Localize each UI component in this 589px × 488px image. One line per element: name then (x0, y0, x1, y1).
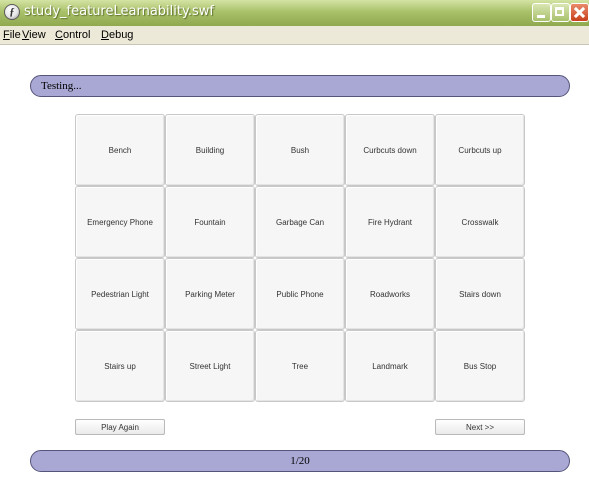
maximize-button[interactable] (551, 3, 570, 22)
feature-button-parking-meter[interactable]: Parking Meter (165, 258, 255, 330)
feature-button-stairs-up[interactable]: Stairs up (75, 330, 165, 402)
flash-app-icon: ƒ (4, 4, 20, 20)
feature-button-curbcuts-up[interactable]: Curbcuts up (435, 114, 525, 186)
title-bar: ƒ study_featureLearnability.swf (0, 0, 589, 26)
feature-button-building[interactable]: Building (165, 114, 255, 186)
menu-file[interactable]: File (3, 29, 21, 41)
feature-button-emergency-phone[interactable]: Emergency Phone (75, 186, 165, 258)
next-button[interactable]: Next >> (435, 419, 525, 435)
status-bar: Testing... (30, 75, 570, 97)
feature-button-bench[interactable]: Bench (75, 114, 165, 186)
feature-button-garbage-can[interactable]: Garbage Can (255, 186, 345, 258)
play-again-button[interactable]: Play Again (75, 419, 165, 435)
progress-bar: 1/20 (30, 450, 570, 472)
feature-button-street-light[interactable]: Street Light (165, 330, 255, 402)
feature-button-roadworks[interactable]: Roadworks (345, 258, 435, 330)
feature-grid: Bench Building Bush Curbcuts down Curbcu… (75, 114, 525, 402)
menu-view[interactable]: View (22, 29, 46, 41)
feature-button-crosswalk[interactable]: Crosswalk (435, 186, 525, 258)
feature-button-curbcuts-down[interactable]: Curbcuts down (345, 114, 435, 186)
feature-button-stairs-down[interactable]: Stairs down (435, 258, 525, 330)
feature-button-public-phone[interactable]: Public Phone (255, 258, 345, 330)
menu-bar: File View Control Debug (0, 26, 589, 45)
menu-debug[interactable]: Debug (101, 29, 133, 41)
minimize-button[interactable] (532, 3, 551, 22)
feature-button-fire-hydrant[interactable]: Fire Hydrant (345, 186, 435, 258)
progress-counter: 1/20 (290, 455, 310, 467)
window-title: study_featureLearnability.swf (24, 4, 214, 19)
feature-button-bus-stop[interactable]: Bus Stop (435, 330, 525, 402)
menu-control[interactable]: Control (55, 29, 90, 41)
close-button[interactable] (570, 3, 589, 22)
feature-button-tree[interactable]: Tree (255, 330, 345, 402)
status-text: Testing... (41, 80, 82, 92)
feature-button-landmark[interactable]: Landmark (345, 330, 435, 402)
feature-button-bush[interactable]: Bush (255, 114, 345, 186)
feature-button-pedestrian-light[interactable]: Pedestrian Light (75, 258, 165, 330)
feature-button-fountain[interactable]: Fountain (165, 186, 255, 258)
